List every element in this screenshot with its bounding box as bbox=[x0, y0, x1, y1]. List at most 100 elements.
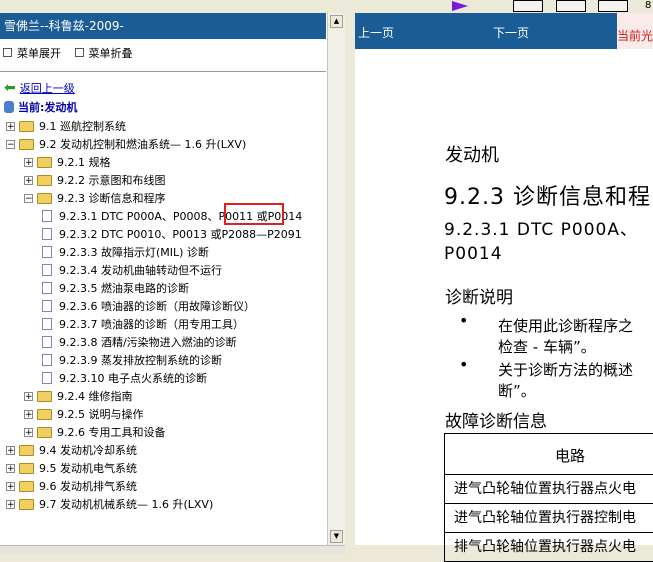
table-row: 进气凸轮轴位置执行器控制电 bbox=[445, 504, 653, 533]
tree-item-label: 9.2.3 诊断信息和程序 bbox=[57, 192, 166, 205]
expand-toggle-icon[interactable]: + bbox=[24, 175, 33, 185]
location-icon bbox=[4, 101, 14, 113]
splitter[interactable] bbox=[345, 13, 355, 545]
folder-icon bbox=[37, 192, 52, 204]
expand-toggle-icon[interactable]: + bbox=[24, 391, 33, 401]
expand-toggle-icon[interactable]: + bbox=[6, 499, 15, 509]
back-link[interactable]: ⬅ 返回上一级 bbox=[4, 80, 75, 96]
toolbar-button-1[interactable] bbox=[513, 0, 543, 12]
tree-item-label: 9.2.3.10 电子点火系统的诊断 bbox=[59, 372, 207, 385]
tree-item[interactable]: +9.2.1 规格 bbox=[24, 153, 111, 171]
tree-item[interactable]: +9.1 巡航控制系统 bbox=[6, 117, 126, 135]
bullet2-line1: 关于诊断方法的概述 bbox=[498, 361, 634, 379]
page-number: 8 bbox=[645, 0, 652, 11]
folder-icon bbox=[19, 120, 34, 132]
next-page-button[interactable]: 下一页 bbox=[493, 24, 529, 41]
tree-item-label: 9.2.6 专用工具和设备 bbox=[57, 426, 166, 439]
document-icon bbox=[42, 354, 52, 366]
bullet-icon: • bbox=[459, 311, 469, 330]
table-row: 排气凸轮轴位置执行器点火电 bbox=[445, 533, 653, 562]
tree-item[interactable]: +9.5 发动机电气系统 bbox=[6, 459, 137, 477]
bullet-icon: • bbox=[459, 355, 469, 374]
expand-menu-button[interactable]: 菜单展开 bbox=[3, 45, 61, 61]
folder-icon bbox=[19, 138, 34, 150]
document-icon bbox=[42, 264, 52, 276]
tree-item-label: 9.2.4 维修指南 bbox=[57, 390, 133, 403]
expand-toggle-icon[interactable]: + bbox=[6, 445, 15, 455]
toolbar-button-3[interactable] bbox=[598, 0, 628, 12]
folder-icon bbox=[37, 156, 52, 168]
tree-item-label: 9.2.3.2 DTC P0010、P0013 或P2088—P2091 bbox=[59, 228, 302, 241]
bullet2-line2: 断”。 bbox=[498, 382, 536, 400]
expand-toggle-icon[interactable]: + bbox=[24, 427, 33, 437]
tree-item[interactable]: 9.2.3.10 电子点火系统的诊断 bbox=[42, 369, 207, 387]
tree-item[interactable]: 9.2.3.6 喷油器的诊断（用故障诊断仪） bbox=[42, 297, 255, 315]
content-panel: 上一页 下一页 当前光 发动机 9.2.3 诊断信息和程 9.2.3.1 DTC… bbox=[355, 13, 653, 562]
tree-item[interactable]: +9.7 发动机机械系统— 1.6 升(LXV) bbox=[6, 495, 213, 513]
folder-icon bbox=[19, 444, 34, 456]
page-heading: 9.2.3 诊断信息和程 bbox=[444, 185, 651, 210]
document-icon bbox=[42, 282, 52, 294]
current-location-tab[interactable]: 当前光 bbox=[617, 13, 653, 49]
tree-item-label: 9.2.3.6 喷油器的诊断（用故障诊断仪） bbox=[59, 300, 255, 313]
tree-item-label: 9.2.1 规格 bbox=[57, 156, 111, 169]
scroll-up-icon[interactable]: ▲ bbox=[330, 15, 343, 28]
folder-icon bbox=[19, 480, 34, 492]
tree-item-label: 9.4 发动机冷却系统 bbox=[39, 444, 137, 457]
scroll-down-icon[interactable]: ▼ bbox=[330, 530, 343, 543]
tree-item[interactable]: +9.4 发动机冷却系统 bbox=[6, 441, 137, 459]
collapse-menu-button[interactable]: 菜单折叠 bbox=[74, 45, 133, 61]
tree-item[interactable]: 9.2.3.4 发动机曲轴转动但不运行 bbox=[42, 261, 222, 279]
tree-item-label: 9.6 发动机排气系统 bbox=[39, 480, 137, 493]
tree-item[interactable]: 9.2.3.8 酒精/污染物进入燃油的诊断 bbox=[42, 333, 237, 351]
expand-toggle-icon[interactable]: + bbox=[6, 481, 15, 491]
left-scrollbar[interactable]: ▲ ▼ bbox=[327, 13, 346, 545]
bullet1-line1: 在使用此诊断程序之 bbox=[498, 317, 634, 335]
collapse-toggle-icon[interactable]: − bbox=[24, 193, 33, 203]
folder-icon bbox=[37, 426, 52, 438]
expand-icon bbox=[3, 48, 12, 57]
folder-icon bbox=[37, 390, 52, 402]
expand-toggle-icon[interactable]: + bbox=[24, 157, 33, 167]
tree-item[interactable]: 9.2.3.3 故障指示灯(MIL) 诊断 bbox=[42, 243, 209, 261]
bullet1-line2: 检查 - 车辆”。 bbox=[498, 338, 596, 356]
tree-item-label: 9.2.3.3 故障指示灯(MIL) 诊断 bbox=[59, 246, 209, 259]
play-icon[interactable] bbox=[452, 1, 468, 11]
tree-item[interactable]: +9.2.6 专用工具和设备 bbox=[24, 423, 166, 441]
tree-item[interactable]: 9.2.3.9 蒸发排放控制系统的诊断 bbox=[42, 351, 222, 369]
document-icon bbox=[42, 210, 52, 222]
section-title: 发动机 bbox=[445, 145, 499, 166]
tree-item[interactable]: 9.2.3.7 喷油器的诊断（用专用工具） bbox=[42, 315, 244, 333]
tree-item[interactable]: +9.2.2 示意图和布线图 bbox=[24, 171, 166, 189]
tree-item[interactable]: +9.2.5 说明与操作 bbox=[24, 405, 144, 423]
tree-item-label: 9.2.5 说明与操作 bbox=[57, 408, 144, 421]
tree-item-label: 9.2.3.7 喷油器的诊断（用专用工具） bbox=[59, 318, 244, 331]
diagnostic-description-title: 诊断说明 bbox=[445, 288, 513, 308]
tree-item[interactable]: 9.2.3.2 DTC P0010、P0013 或P2088—P2091 bbox=[42, 225, 302, 243]
divider bbox=[0, 71, 326, 72]
subheading-line1: 9.2.3.1 DTC P000A、 bbox=[444, 220, 638, 240]
navigation-panel: 雪佛兰--科鲁兹-2009- 菜单展开 菜单折叠 ⬅ 返回上一级 当前:发动机 … bbox=[0, 13, 327, 545]
menu-controls: 菜单展开 菜单折叠 bbox=[3, 45, 143, 61]
expand-toggle-icon[interactable]: + bbox=[6, 463, 15, 473]
tree-item[interactable]: +9.2.4 维修指南 bbox=[24, 387, 133, 405]
tree-item[interactable]: − 9.2 发动机控制和燃油系统— 1.6 升(LXV) bbox=[6, 135, 246, 153]
tree-item[interactable]: 9.2.3.5 燃油泵电路的诊断 bbox=[42, 279, 189, 297]
tree-item-label: 9.2.3.5 燃油泵电路的诊断 bbox=[59, 282, 189, 295]
folder-icon bbox=[19, 462, 34, 474]
prev-page-button[interactable]: 上一页 bbox=[358, 24, 394, 41]
tree-item-label: 9.5 发动机电气系统 bbox=[39, 462, 137, 475]
tree-item-label: 9.2.3.9 蒸发排放控制系统的诊断 bbox=[59, 354, 222, 367]
subheading-line2: P0014 bbox=[444, 244, 503, 264]
expand-toggle-icon[interactable]: + bbox=[6, 121, 15, 131]
tree-item[interactable]: +9.6 发动机排气系统 bbox=[6, 477, 137, 495]
document-icon bbox=[42, 228, 52, 240]
tree-item[interactable]: − 9.2.3 诊断信息和程序 bbox=[24, 189, 166, 207]
document-icon bbox=[42, 318, 52, 330]
tree-item-label: 9.2.2 示意图和布线图 bbox=[57, 174, 166, 187]
fault-info-title: 故障诊断信息 bbox=[445, 412, 547, 432]
folder-icon bbox=[37, 408, 52, 420]
expand-toggle-icon[interactable]: + bbox=[24, 409, 33, 419]
toolbar-button-2[interactable] bbox=[556, 0, 586, 12]
collapse-toggle-icon[interactable]: − bbox=[6, 139, 15, 149]
